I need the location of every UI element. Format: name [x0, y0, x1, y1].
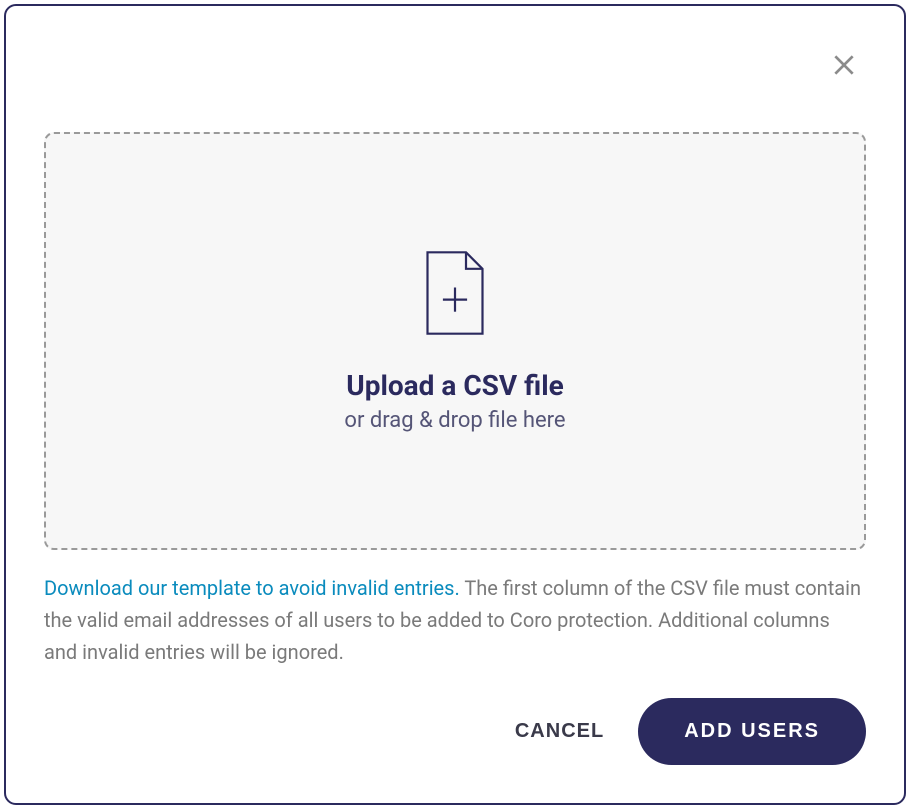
download-template-link[interactable]: Download our template to avoid invalid e…	[44, 576, 460, 600]
help-text: Download our template to avoid invalid e…	[44, 572, 866, 668]
add-users-button[interactable]: ADD USERS	[638, 698, 866, 765]
close-button[interactable]	[826, 48, 862, 84]
file-dropzone[interactable]: Upload a CSV file or drag & drop file he…	[44, 132, 866, 550]
dropzone-title: Upload a CSV file	[346, 369, 564, 402]
button-row: CANCEL ADD USERS	[44, 668, 866, 765]
cancel-button[interactable]: CANCEL	[515, 720, 604, 743]
file-add-icon	[422, 249, 488, 341]
dropzone-subtitle: or drag & drop file here	[344, 408, 565, 433]
close-icon	[831, 52, 857, 81]
upload-users-modal: Upload a CSV file or drag & drop file he…	[4, 4, 906, 805]
